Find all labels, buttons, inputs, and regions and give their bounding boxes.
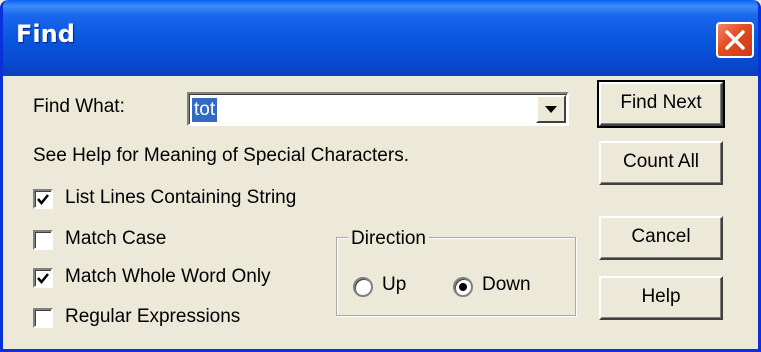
close-button[interactable] bbox=[716, 22, 754, 58]
find-dialog: Find Find What: tot See Help for Meaning… bbox=[0, 0, 761, 352]
regex-label: Regular Expressions bbox=[65, 306, 241, 327]
whole-word-label: Match Whole Word Only bbox=[65, 266, 271, 287]
match-case-label: Match Case bbox=[65, 228, 167, 249]
match-case-checkbox[interactable] bbox=[33, 230, 53, 250]
whole-word-checkbox[interactable] bbox=[33, 268, 53, 288]
direction-down-radio[interactable] bbox=[453, 277, 473, 297]
help-button[interactable]: Help bbox=[599, 276, 723, 320]
help-hint-text: See Help for Meaning of Special Characte… bbox=[33, 145, 409, 166]
find-next-button[interactable]: Find Next bbox=[597, 80, 725, 128]
list-lines-label: List Lines Containing String bbox=[65, 187, 297, 208]
direction-up-label: Up bbox=[382, 274, 407, 295]
list-lines-checkbox[interactable] bbox=[33, 189, 53, 209]
dialog-title: Find bbox=[16, 20, 75, 48]
find-what-label: Find What: bbox=[33, 96, 125, 117]
direction-down-label: Down bbox=[482, 274, 531, 295]
count-all-button[interactable]: Count All bbox=[599, 141, 723, 185]
find-what-dropdown-button[interactable] bbox=[536, 95, 566, 123]
regex-checkbox[interactable] bbox=[33, 308, 53, 328]
direction-up-radio[interactable] bbox=[353, 277, 373, 297]
find-what-input[interactable]: tot bbox=[192, 98, 218, 122]
find-what-combobox[interactable]: tot bbox=[187, 92, 569, 126]
direction-legend: Direction bbox=[348, 228, 429, 250]
title-bar[interactable]: Find bbox=[3, 0, 758, 76]
cancel-button[interactable]: Cancel bbox=[599, 216, 723, 260]
